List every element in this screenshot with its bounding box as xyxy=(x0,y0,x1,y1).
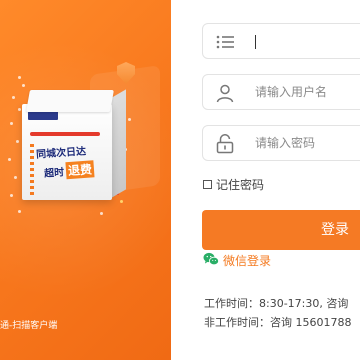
username-field[interactable]: 请输入用户名 xyxy=(202,74,360,110)
remember-label: 记住密码 xyxy=(216,177,265,192)
work-hours-text: 工作时间：8:30-17:30, 咨询 xyxy=(204,297,349,310)
wechat-login-link[interactable]: 微信登录 xyxy=(203,252,271,268)
list-icon xyxy=(215,32,235,52)
username-input[interactable]: 请输入用户名 xyxy=(255,75,327,109)
user-icon xyxy=(215,83,235,103)
box-slogan-line2: 超时 退费 xyxy=(43,160,95,180)
remember-checkbox[interactable] xyxy=(203,179,212,189)
login-button[interactable]: 登录 xyxy=(202,210,360,250)
lock-icon xyxy=(215,134,235,154)
box-slogan-line1: 同城次日达 xyxy=(35,146,87,161)
wechat-icon xyxy=(203,252,219,269)
password-input[interactable]: 请输入密码 xyxy=(255,126,315,160)
remember-password[interactable]: 记住密码 xyxy=(203,176,264,192)
box-slogan-prefix: 超时 xyxy=(43,167,65,180)
password-field[interactable]: 请输入密码 xyxy=(202,125,360,161)
box-slogan-highlight: 退费 xyxy=(65,160,95,180)
text-caret xyxy=(255,35,256,49)
parcel-box-illustration: 同城次日达 超时 退费 xyxy=(22,89,132,205)
box-lid xyxy=(26,90,114,112)
box-side xyxy=(110,89,126,199)
box-front: 同城次日达 超时 退费 xyxy=(22,104,112,200)
box-stripe xyxy=(30,132,100,136)
off-hours-text: 非工作时间：咨询 15601788 xyxy=(204,316,352,329)
brand-panel: 同城次日达 超时 退费 通-扫描客户端 xyxy=(0,0,171,360)
client-tagline: 通-扫描客户端 xyxy=(0,321,58,331)
wechat-login-label[interactable]: 微信登录 xyxy=(223,252,271,269)
account-type-field[interactable] xyxy=(202,23,360,59)
box-side-stripes xyxy=(30,144,34,196)
